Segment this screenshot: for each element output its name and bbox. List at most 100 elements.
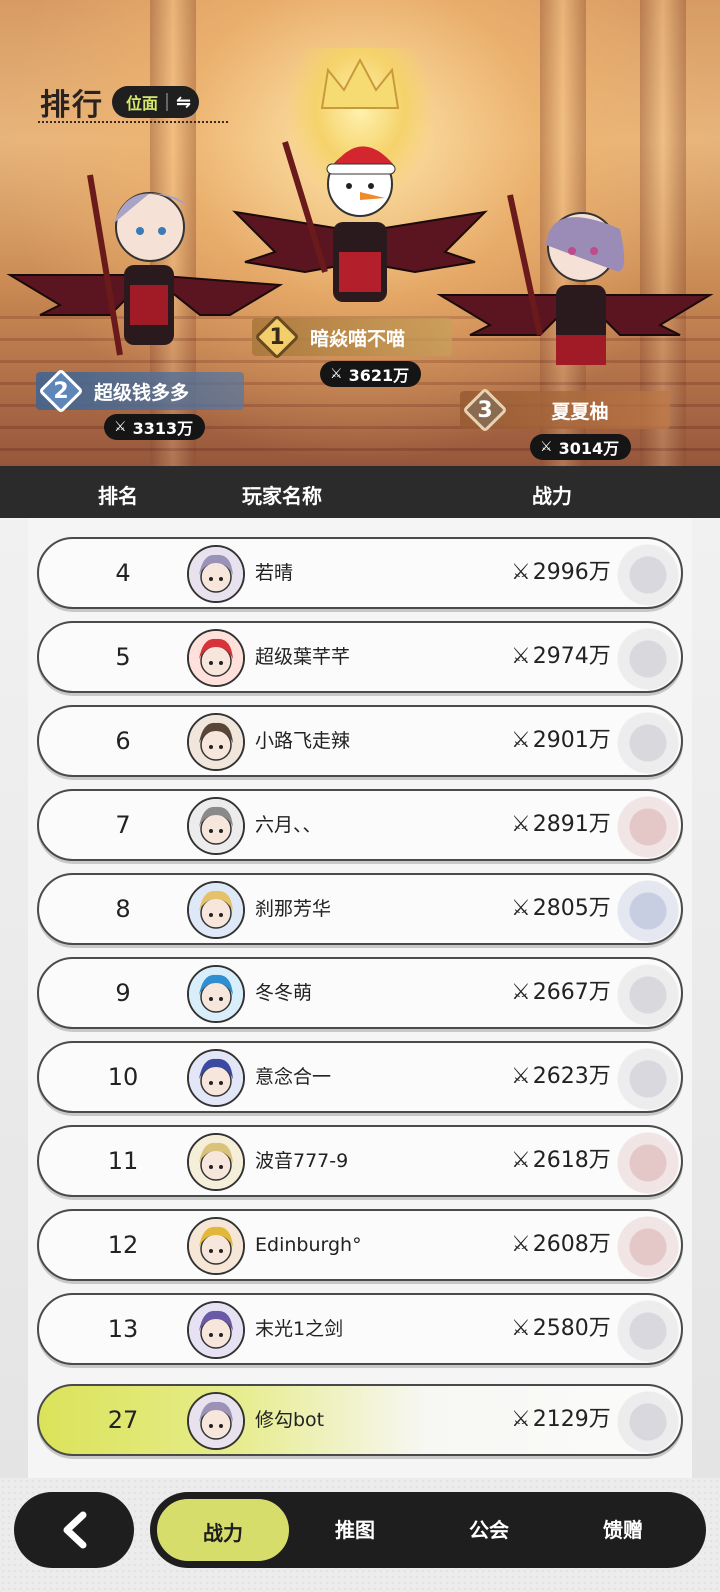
avatar[interactable] [187, 1133, 245, 1191]
title-underline [38, 119, 228, 123]
rank-3-character[interactable] [430, 185, 720, 385]
power-amount: 2667万 [532, 980, 611, 1005]
player-name: 超级葉芊芊 [255, 646, 351, 668]
player-name: 小路飞走辣 [255, 730, 351, 752]
table-row[interactable]: 4 若晴 ⚔ 2996万 [37, 537, 683, 609]
row-rank: 13 [107, 1315, 139, 1343]
crossed-swords-icon: ⚔ [114, 419, 127, 435]
table-row[interactable]: 13 末光1之剑 ⚔ 2580万 [37, 1293, 683, 1365]
back-button[interactable] [14, 1492, 134, 1568]
crossed-swords-icon: ⚔ [511, 896, 531, 921]
player-name: 六月、、 [255, 814, 322, 836]
power-amount: 2608万 [532, 1232, 611, 1257]
avatar[interactable] [187, 881, 245, 939]
power-value: 3014万 [558, 439, 620, 458]
avatar[interactable] [187, 629, 245, 687]
avatar[interactable] [187, 797, 245, 855]
power-value: ⚔ 2608万 [511, 1211, 611, 1279]
power-value: ⚔ 2580万 [511, 1295, 611, 1363]
crossed-swords-icon: ⚔ [511, 1407, 531, 1432]
player-name: 冬冬萌 [255, 982, 313, 1004]
table-row[interactable]: 6 小路飞走辣 ⚔ 2901万 [37, 705, 683, 777]
power-amount: 2805万 [532, 896, 611, 921]
table-row[interactable]: 12 Edinburgh° ⚔ 2608万 [37, 1209, 683, 1281]
row-rank: 10 [107, 1063, 139, 1091]
avatar[interactable] [187, 1049, 245, 1107]
avatar[interactable] [187, 1301, 245, 1359]
power-amount: 2996万 [532, 560, 611, 585]
power-value: ⚔ 2129万 [511, 1386, 611, 1454]
chevron-left-icon [63, 1511, 87, 1549]
tab-gift[interactable]: 馈赠 [568, 1492, 678, 1568]
table-row[interactable]: 11 波音777-9 ⚔ 2618万 [37, 1125, 683, 1197]
row-rank: 11 [107, 1147, 139, 1175]
rank-2-badge: 2 [38, 368, 84, 414]
power-value: ⚔ 2667万 [511, 959, 611, 1027]
power-value: ⚔ 2891万 [511, 791, 611, 859]
rank-3-badge: 3 [462, 387, 508, 433]
row-rank: 27 [107, 1406, 139, 1434]
power-value: ⚔ 2901万 [511, 707, 611, 775]
podium-power-1: ⚔ 3621万 [320, 361, 422, 387]
table-row[interactable]: 8 刹那芳华 ⚔ 2805万 [37, 873, 683, 945]
crossed-swords-icon: ⚔ [511, 1148, 531, 1173]
mode-label: 位面 [126, 94, 159, 113]
podium-power-3: ⚔ 3014万 [530, 434, 632, 460]
crossed-swords-icon: ⚔ [511, 1232, 531, 1257]
row-rank: 7 [115, 811, 131, 839]
player-name: 刹那芳华 [255, 898, 332, 920]
crown-icon [320, 57, 400, 109]
player-name: Edinburgh° [255, 1234, 362, 1256]
avatar[interactable] [187, 1392, 245, 1450]
podium-power-2: ⚔ 3313万 [104, 414, 206, 440]
rank-1-badge: 1 [254, 314, 300, 360]
column-header-power: 战力 [532, 484, 572, 508]
self-rank-row[interactable]: 27 修勾bot ⚔ 2129万 [37, 1384, 683, 1456]
row-rank: 9 [115, 979, 131, 1007]
player-name: 若晴 [255, 562, 294, 584]
crossed-swords-icon: ⚔ [511, 728, 531, 753]
player-name: 意念合一 [255, 1066, 332, 1088]
power-amount: 2901万 [532, 728, 611, 753]
player-name: 末光1之剑 [255, 1318, 344, 1340]
table-row[interactable]: 7 六月、、 ⚔ 2891万 [37, 789, 683, 861]
table-row[interactable]: 9 冬冬萌 ⚔ 2667万 [37, 957, 683, 1029]
table-row[interactable]: 10 意念合一 ⚔ 2623万 [37, 1041, 683, 1113]
power-amount: 2974万 [532, 644, 611, 669]
power-value: ⚔ 2996万 [511, 539, 611, 607]
player-name: 修勾bot [255, 1409, 325, 1431]
power-value: 3313万 [132, 419, 194, 438]
crossed-swords-icon: ⚔ [511, 1316, 531, 1341]
tab-power[interactable]: 战力 [154, 1496, 292, 1564]
mode-switch-button[interactable]: 位面 ⇋ [112, 86, 200, 118]
crossed-swords-icon: ⚔ [511, 644, 531, 669]
bottom-tab-bar: 战力 推图 公会 馈赠 [150, 1492, 706, 1568]
tab-guild[interactable]: 公会 [434, 1492, 544, 1568]
power-value: ⚔ 2974万 [511, 623, 611, 691]
tab-push-map[interactable]: 推图 [300, 1492, 410, 1568]
row-rank: 4 [115, 559, 131, 587]
power-amount: 2623万 [532, 1064, 611, 1089]
row-rank: 6 [115, 727, 131, 755]
row-rank: 8 [115, 895, 131, 923]
row-rank: 12 [107, 1231, 139, 1259]
power-amount: 2129万 [532, 1407, 611, 1432]
table-row[interactable]: 5 超级葉芊芊 ⚔ 2974万 [37, 621, 683, 693]
page-title-row: 排行 位面 ⇋ [40, 80, 200, 124]
power-value: ⚔ 2618万 [511, 1127, 611, 1195]
power-amount: 2891万 [532, 812, 611, 837]
crossed-swords-icon: ⚔ [511, 560, 531, 585]
avatar[interactable] [187, 713, 245, 771]
rank-2-character[interactable] [0, 165, 290, 365]
crossed-swords-icon: ⚔ [511, 812, 531, 837]
avatar[interactable] [187, 1217, 245, 1275]
crossed-swords-icon: ⚔ [511, 980, 531, 1005]
column-header-name: 玩家名称 [242, 484, 322, 508]
power-value: 3621万 [348, 366, 410, 385]
avatar[interactable] [187, 965, 245, 1023]
power-value: ⚔ 2623万 [511, 1043, 611, 1111]
row-rank: 5 [115, 643, 131, 671]
avatar[interactable] [187, 545, 245, 603]
crossed-swords-icon: ⚔ [540, 439, 553, 455]
crossed-swords-icon: ⚔ [511, 1064, 531, 1089]
